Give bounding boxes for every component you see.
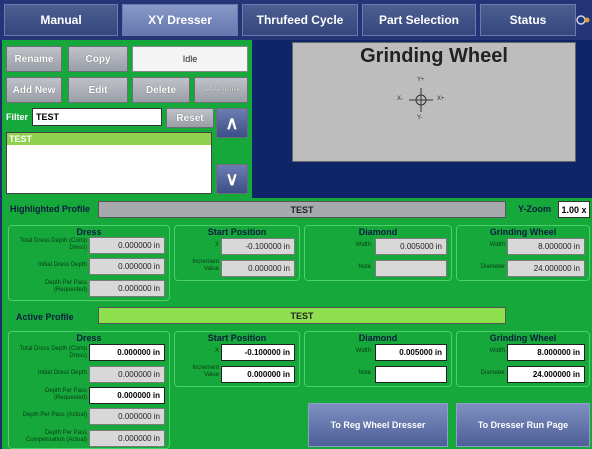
- active-dress-panel: Dress Total Dress Depth (Comp Dress) 0.0…: [8, 331, 170, 449]
- active-profile-label: Active Profile: [16, 312, 74, 322]
- active-profile-name: TEST: [98, 307, 506, 324]
- depth-per-pass-label: Depth Per Pass (Requested): [44, 280, 87, 293]
- status-indicator-icon: [576, 15, 590, 25]
- delete-button[interactable]: Delete: [132, 77, 190, 103]
- wheel-preview: Grinding Wheel Y+ Y- X- X+: [292, 42, 576, 162]
- start-x-value[interactable]: -0.100000 in: [221, 344, 295, 361]
- active-wheel-panel: Grinding Wheel Width 8.000000 in Diamete…: [456, 331, 590, 387]
- to-dresser-run-page-button[interactable]: To Dresser Run Page: [456, 403, 590, 447]
- copy-button[interactable]: Copy: [68, 46, 128, 72]
- tab-bar: Manual XY Dresser Thrufeed Cycle Part Se…: [0, 0, 592, 40]
- rename-button[interactable]: Rename: [6, 46, 62, 72]
- profile-controls: Rename Copy Idle Add New Edit Delete Set…: [2, 40, 252, 198]
- total-dress-depth-value: 0.000000 in: [89, 237, 165, 254]
- wheel-width-label: Width: [489, 348, 505, 354]
- diamond-note-label: Note: [358, 264, 371, 270]
- total-dress-depth-label: Total Dress Depth (Comp Dress): [19, 238, 87, 251]
- increment-label: Increment Value: [192, 259, 219, 272]
- axis-y-minus-label: Y-: [417, 115, 423, 121]
- scroll-down-button[interactable]: ∨: [216, 164, 248, 194]
- filter-input[interactable]: TEST: [32, 108, 162, 126]
- axis-y-plus-label: Y+: [417, 77, 425, 83]
- tab-part-selection[interactable]: Part Selection: [362, 4, 476, 36]
- edit-button[interactable]: Edit: [68, 77, 128, 103]
- start-x-value: -0.100000 in: [221, 238, 295, 255]
- panel-title: Diamond: [358, 227, 398, 237]
- panel-title: Grinding Wheel: [489, 227, 557, 237]
- total-dress-depth-value[interactable]: 0.000000 in: [89, 344, 165, 361]
- panel-title: Start Position: [207, 333, 267, 343]
- active-diamond-panel: Diamond Width 0.005000 in Note: [304, 331, 452, 387]
- axis-crosshair-icon: [409, 88, 433, 112]
- preview-title: Grinding Wheel: [360, 45, 508, 67]
- wheel-width-value: 8.000000 in: [507, 238, 585, 255]
- to-reg-wheel-dresser-button[interactable]: To Reg Wheel Dresser: [308, 403, 448, 447]
- diamond-width-label: Width: [355, 242, 371, 248]
- highlighted-start-panel: Start Position X -0.100000 in Increment …: [174, 225, 300, 281]
- compensation-value: 0.000000 in: [89, 430, 165, 447]
- diamond-note-value: [375, 260, 447, 277]
- highlighted-wheel-panel: Grinding Wheel Width 8.000000 in Diamete…: [456, 225, 590, 281]
- panel-title: Dress: [76, 333, 102, 343]
- panel-title: Diamond: [358, 333, 398, 343]
- x-label: X: [214, 242, 219, 248]
- wheel-width-value[interactable]: 8.000000 in: [507, 344, 585, 361]
- scroll-up-button[interactable]: ∧: [216, 108, 248, 138]
- axis-x-minus-label: X-: [397, 96, 403, 102]
- actual-depth-value: 0.000000 in: [89, 408, 165, 425]
- initial-dress-depth-label: Initial Dress Depth: [37, 262, 87, 268]
- highlighted-profile-label: Highlighted Profile: [10, 204, 90, 214]
- tab-status[interactable]: Status: [480, 4, 576, 36]
- initial-dress-depth-label: Initial Dress Depth: [37, 370, 87, 376]
- total-dress-depth-label: Total Dress Depth (Comp Dress): [19, 346, 87, 359]
- wheel-diameter-value: 24.000000 in: [507, 260, 585, 277]
- diamond-note-label: Note: [358, 370, 371, 376]
- depth-per-pass-value[interactable]: 0.000000 in: [89, 387, 165, 404]
- diamond-width-value: 0.005000 in: [375, 238, 447, 255]
- wheel-diameter-value[interactable]: 24.000000 in: [507, 366, 585, 383]
- x-label: X: [214, 348, 219, 354]
- yzoom-label: Y-Zoom: [518, 204, 551, 214]
- profile-list[interactable]: TEST: [6, 132, 212, 194]
- panel-title: Start Position: [207, 227, 267, 237]
- highlighted-profile-name: TEST: [98, 201, 506, 218]
- wheel-diameter-label: Diameter: [480, 370, 505, 376]
- depth-per-pass-value: 0.000000 in: [89, 280, 165, 297]
- diamond-width-value[interactable]: 0.005000 in: [375, 344, 447, 361]
- depth-per-pass-label: Depth Per Pass (Requested): [44, 388, 87, 401]
- tab-manual[interactable]: Manual: [4, 4, 118, 36]
- wheel-width-label: Width: [489, 242, 505, 248]
- yzoom-value[interactable]: 1.00 x: [558, 201, 590, 218]
- increment-value: 0.000000 in: [221, 260, 295, 277]
- main-frame: Rename Copy Idle Add New Edit Delete Set…: [2, 40, 592, 449]
- active-start-panel: Start Position X -0.100000 in Increment …: [174, 331, 300, 387]
- initial-dress-depth-value: 0.000000 in: [89, 258, 165, 275]
- diamond-width-label: Width: [355, 348, 371, 354]
- tab-xy-dresser[interactable]: XY Dresser: [122, 4, 238, 36]
- initial-dress-depth-value: 0.000000 in: [89, 366, 165, 383]
- reset-button[interactable]: Reset: [166, 108, 214, 128]
- actual-depth-label: Depth Per Pass (Actual): [22, 412, 87, 418]
- highlighted-dress-panel: Dress Total Dress Depth (Comp Dress) 0.0…: [8, 225, 170, 301]
- set-active-button[interactable]: Set As Active: [194, 77, 248, 103]
- axis-x-plus-label: X+: [437, 96, 445, 102]
- panel-title: Dress: [76, 227, 102, 237]
- panel-title: Grinding Wheel: [489, 333, 557, 343]
- highlighted-diamond-panel: Diamond Width 0.005000 in Note: [304, 225, 452, 281]
- tab-thrufeed-cycle[interactable]: Thrufeed Cycle: [242, 4, 358, 36]
- list-item[interactable]: TEST: [7, 133, 211, 145]
- active-header-row: Active Profile TEST: [2, 302, 592, 332]
- compensation-label: Depth Per Pass Compensation (Actual): [25, 430, 87, 443]
- increment-label: Increment Value: [192, 365, 219, 378]
- filter-label: Filter: [6, 112, 29, 122]
- wheel-diameter-label: Diameter: [480, 264, 505, 270]
- state-display: Idle: [132, 46, 248, 72]
- add-new-button[interactable]: Add New: [6, 77, 62, 103]
- increment-value[interactable]: 0.000000 in: [221, 366, 295, 383]
- diamond-note-value[interactable]: [375, 366, 447, 383]
